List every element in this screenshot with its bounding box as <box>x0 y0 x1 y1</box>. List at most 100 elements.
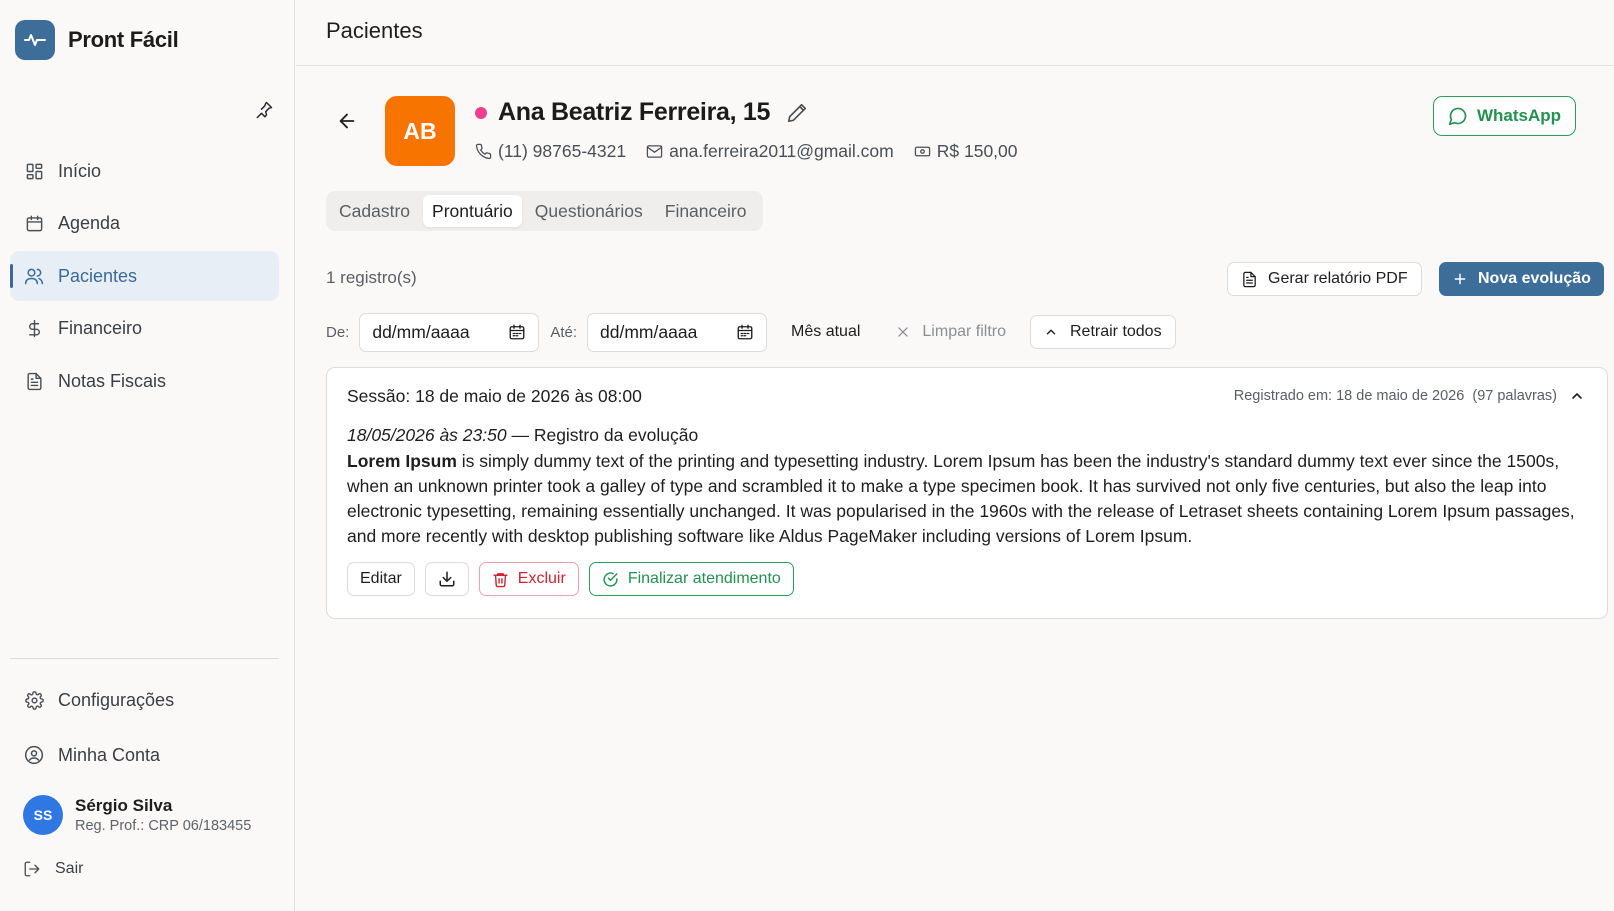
to-date-placeholder: dd/mm/aaaa <box>600 321 698 342</box>
delete-label: Excluir <box>517 570 566 587</box>
clear-filter-button[interactable]: Limpar filtro <box>896 323 1006 341</box>
entry-body: Lorem Ipsum is simply dummy text of the … <box>347 449 1592 549</box>
user-registration: Reg. Prof.: CRP 06/183455 <box>75 818 252 834</box>
tab-cadastro[interactable]: Cadastro <box>330 195 419 227</box>
entry-body-bold: Lorem Ipsum <box>347 451 457 471</box>
generate-pdf-button[interactable]: Gerar relatório PDF <box>1227 262 1422 296</box>
to-date-input[interactable]: dd/mm/aaaa <box>587 312 768 352</box>
card-actions: Editar Excluir Finalizar atendimento <box>347 562 804 596</box>
filter-row: De: dd/mm/aaaa Até: dd/mm/aaaa Mês atual… <box>326 312 1176 352</box>
session-title: Sessão: 18 de maio de 2026 às 08:00 <box>347 386 642 406</box>
app-name: Pront Fácil <box>68 27 179 52</box>
sidebar-item-inicio[interactable]: Início <box>10 146 279 196</box>
logout-button[interactable]: Sair <box>23 860 83 878</box>
sidebar-item-label: Configurações <box>58 689 175 710</box>
registered-date: Registrado em: 18 de maio de 2026 <box>1233 388 1465 404</box>
grid-icon <box>24 161 44 181</box>
user-profile[interactable]: SS Sérgio Silva Reg. Prof.: CRP 06/18345… <box>23 795 251 835</box>
pencil-icon[interactable] <box>786 102 808 124</box>
download-button[interactable] <box>424 562 469 596</box>
finish-session-button[interactable]: Finalizar atendimento <box>588 562 794 596</box>
records-count: 1 registro(s) <box>326 268 417 287</box>
main-content: Pacientes AB Ana Beatriz Ferreira, 15 (1… <box>296 0 1614 911</box>
collapse-all-button[interactable]: Retrair todos <box>1029 315 1176 349</box>
delete-button[interactable]: Excluir <box>478 562 579 596</box>
tab-prontuario[interactable]: Prontuário <box>423 195 522 227</box>
sidebar-item-label: Pacientes <box>58 265 138 286</box>
chevron-up-icon[interactable] <box>1569 388 1585 404</box>
back-arrow-icon[interactable] <box>336 110 358 132</box>
patient-contact-row: (11) 98765-4321 ana.ferreira2011@gmail.c… <box>475 141 1038 162</box>
plus-icon <box>1454 273 1466 285</box>
sidebar-item-configuracoes[interactable]: Configurações <box>10 675 279 725</box>
patient-avatar: AB <box>385 96 455 166</box>
sidebar-item-pacientes[interactable]: Pacientes <box>10 251 279 301</box>
patient-tabs: Cadastro Prontuário Questionários Financ… <box>326 191 764 231</box>
users-icon <box>24 266 44 286</box>
calendar-icon <box>737 324 753 340</box>
topbar: Pacientes <box>296 0 1614 66</box>
word-count: (97 palavras) <box>1472 388 1557 404</box>
pdf-label: Gerar relatório PDF <box>1268 270 1408 287</box>
banknote-icon <box>914 146 930 157</box>
pin-icon[interactable] <box>254 100 274 120</box>
sidebar-item-minha-conta[interactable]: Minha Conta <box>10 730 279 780</box>
user-circle-icon <box>24 745 44 765</box>
main-nav: Início Agenda Pacientes Financeiro Notas… <box>10 146 279 409</box>
session-card: Sessão: 18 de maio de 2026 às 08:00 Regi… <box>326 367 1608 619</box>
entry-heading-text: — Registro da evolução <box>506 425 699 445</box>
from-date-placeholder: dd/mm/aaaa <box>372 321 470 342</box>
new-evolution-button[interactable]: Nova evolução <box>1439 262 1604 296</box>
edit-button[interactable]: Editar <box>347 562 415 596</box>
bottom-nav: Configurações Minha Conta <box>10 675 279 785</box>
clear-filter-label: Limpar filtro <box>922 323 1006 340</box>
brand[interactable]: Pront Fácil <box>15 20 179 60</box>
trash-icon <box>493 572 508 587</box>
mail-icon <box>646 145 663 158</box>
sidebar-item-financeiro[interactable]: Financeiro <box>10 304 279 354</box>
collapse-all-label: Retrair todos <box>1069 323 1162 340</box>
patient-phone[interactable]: (11) 98765-4321 <box>475 141 626 162</box>
file-text-icon <box>1243 271 1256 287</box>
tab-questionarios[interactable]: Questionários <box>526 195 652 227</box>
calendar-icon <box>24 214 44 234</box>
sidebar-item-agenda[interactable]: Agenda <box>10 199 279 249</box>
fee-text: R$ 150,00 <box>936 141 1018 161</box>
message-circle-icon <box>1448 107 1467 126</box>
page-title: Pacientes <box>326 18 423 43</box>
current-month-button[interactable]: Mês atual <box>791 323 860 341</box>
from-label: De: <box>326 323 350 341</box>
file-text-icon <box>24 371 44 391</box>
patient-name-row: Ana Beatriz Ferreira, 15 <box>475 98 808 127</box>
gear-icon <box>24 690 44 710</box>
sidebar-item-label: Início <box>58 160 102 181</box>
from-date-input[interactable]: dd/mm/aaaa <box>359 312 540 352</box>
avatar: SS <box>23 795 63 835</box>
phone-icon <box>475 143 492 160</box>
whatsapp-button[interactable]: WhatsApp <box>1432 96 1576 136</box>
logout-icon <box>23 860 41 878</box>
sidebar-item-label: Financeiro <box>58 318 143 338</box>
finish-label: Finalizar atendimento <box>627 570 781 587</box>
sidebar: Pront Fácil Início Agenda Pacientes Fina… <box>0 0 295 911</box>
sidebar-item-label: Agenda <box>58 213 121 233</box>
session-registered: Registrado em: 18 de maio de 2026 (97 pa… <box>1234 388 1557 404</box>
sidebar-item-label: Minha Conta <box>58 744 161 765</box>
entry-body-text: is simply dummy text of the printing and… <box>347 451 1575 546</box>
calendar-icon <box>509 324 525 340</box>
to-label: Até: <box>550 323 578 341</box>
check-circle-icon <box>603 571 618 587</box>
close-icon <box>898 327 909 337</box>
sidebar-item-notas-fiscais[interactable]: Notas Fiscais <box>10 356 279 406</box>
sidebar-divider <box>10 658 279 659</box>
phone-text: (11) 98765-4321 <box>498 141 627 161</box>
tab-financeiro[interactable]: Financeiro <box>656 195 756 227</box>
entry-timestamp: 18/05/2026 às 23:50 <box>347 425 507 445</box>
dollar-icon <box>24 319 44 339</box>
patient-name: Ana Beatriz Ferreira, 15 <box>498 98 771 126</box>
entry-heading: 18/05/2026 às 23:50 — Registro da evoluç… <box>347 425 698 446</box>
patient-email[interactable]: ana.ferreira2011@gmail.com <box>646 141 894 162</box>
email-text: ana.ferreira2011@gmail.com <box>669 141 894 161</box>
sidebar-item-label: Notas Fiscais <box>58 370 167 391</box>
whatsapp-label: WhatsApp <box>1476 106 1561 125</box>
